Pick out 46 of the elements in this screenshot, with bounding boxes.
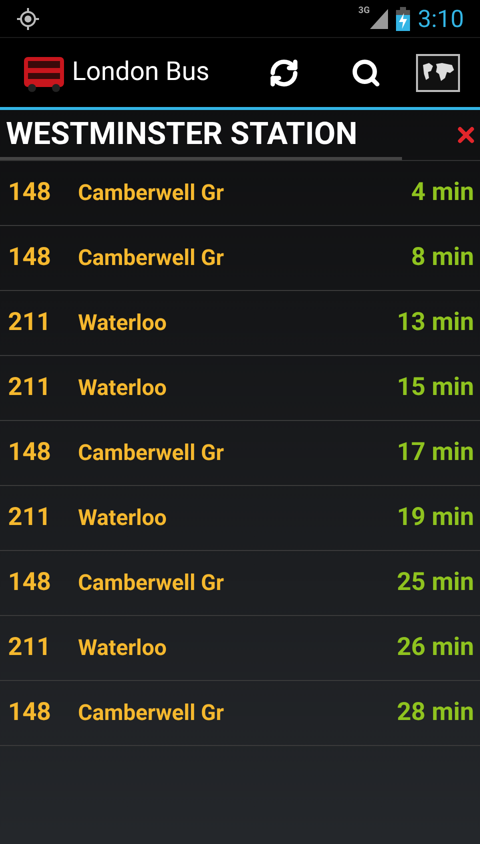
destination: Camberwell Gr bbox=[78, 440, 225, 468]
due-time: 8 min bbox=[411, 242, 474, 274]
due-time: 15 min bbox=[396, 372, 474, 404]
destination: Waterloo bbox=[78, 374, 168, 402]
destination: Camberwell Gr bbox=[78, 180, 225, 208]
search-icon bbox=[351, 58, 381, 88]
destination: Waterloo bbox=[78, 634, 168, 662]
signal-icon bbox=[370, 8, 388, 28]
route-number: 211 bbox=[8, 632, 52, 664]
destination: Waterloo bbox=[78, 310, 168, 338]
battery-charging-icon bbox=[396, 6, 410, 30]
arrival-row[interactable]: 211 Waterloo 15 min bbox=[0, 356, 480, 421]
due-time: 17 min bbox=[396, 437, 474, 470]
gps-icon bbox=[16, 6, 40, 30]
arrival-row[interactable]: 148 Camberwell Gr 8 min bbox=[0, 226, 480, 291]
due-time: 4 min bbox=[411, 177, 474, 210]
destination: Camberwell Gr bbox=[78, 570, 225, 598]
refresh-icon bbox=[269, 58, 299, 88]
arrival-row[interactable]: 211 Waterloo 13 min bbox=[0, 291, 480, 356]
map-button[interactable] bbox=[416, 54, 460, 92]
stop-name: WESTMINSTER STATION bbox=[6, 118, 358, 149]
due-time: 28 min bbox=[396, 697, 474, 730]
arrival-row[interactable]: 148 Camberwell Gr 17 min bbox=[0, 421, 480, 486]
arrival-row[interactable]: 148 Camberwell Gr 28 min bbox=[0, 681, 480, 746]
destination: Camberwell Gr bbox=[78, 700, 225, 728]
app-title: London Bus bbox=[72, 56, 210, 89]
destination: Camberwell Gr bbox=[78, 244, 225, 272]
route-number: 211 bbox=[8, 502, 52, 534]
due-time: 25 min bbox=[396, 567, 474, 600]
network-type: 3G bbox=[358, 5, 370, 18]
route-number: 211 bbox=[8, 372, 52, 404]
due-time: 19 min bbox=[396, 502, 474, 534]
arrival-row[interactable]: 211 Waterloo 19 min bbox=[0, 486, 480, 551]
due-time: 26 min bbox=[396, 632, 474, 664]
route-number: 148 bbox=[8, 242, 52, 274]
arrival-row[interactable]: 211 Waterloo 26 min bbox=[0, 616, 480, 681]
route-number: 148 bbox=[8, 177, 52, 210]
due-time: 13 min bbox=[396, 307, 474, 340]
route-number: 148 bbox=[8, 437, 52, 470]
destination: Waterloo bbox=[78, 504, 168, 532]
route-number: 211 bbox=[8, 307, 52, 340]
clock: 3:10 bbox=[418, 6, 464, 30]
route-number: 148 bbox=[8, 567, 52, 600]
route-number: 148 bbox=[8, 697, 52, 730]
arrival-row[interactable]: 148 Camberwell Gr 25 min bbox=[0, 551, 480, 616]
arrival-row[interactable]: 148 Camberwell Gr 4 min bbox=[0, 161, 480, 226]
